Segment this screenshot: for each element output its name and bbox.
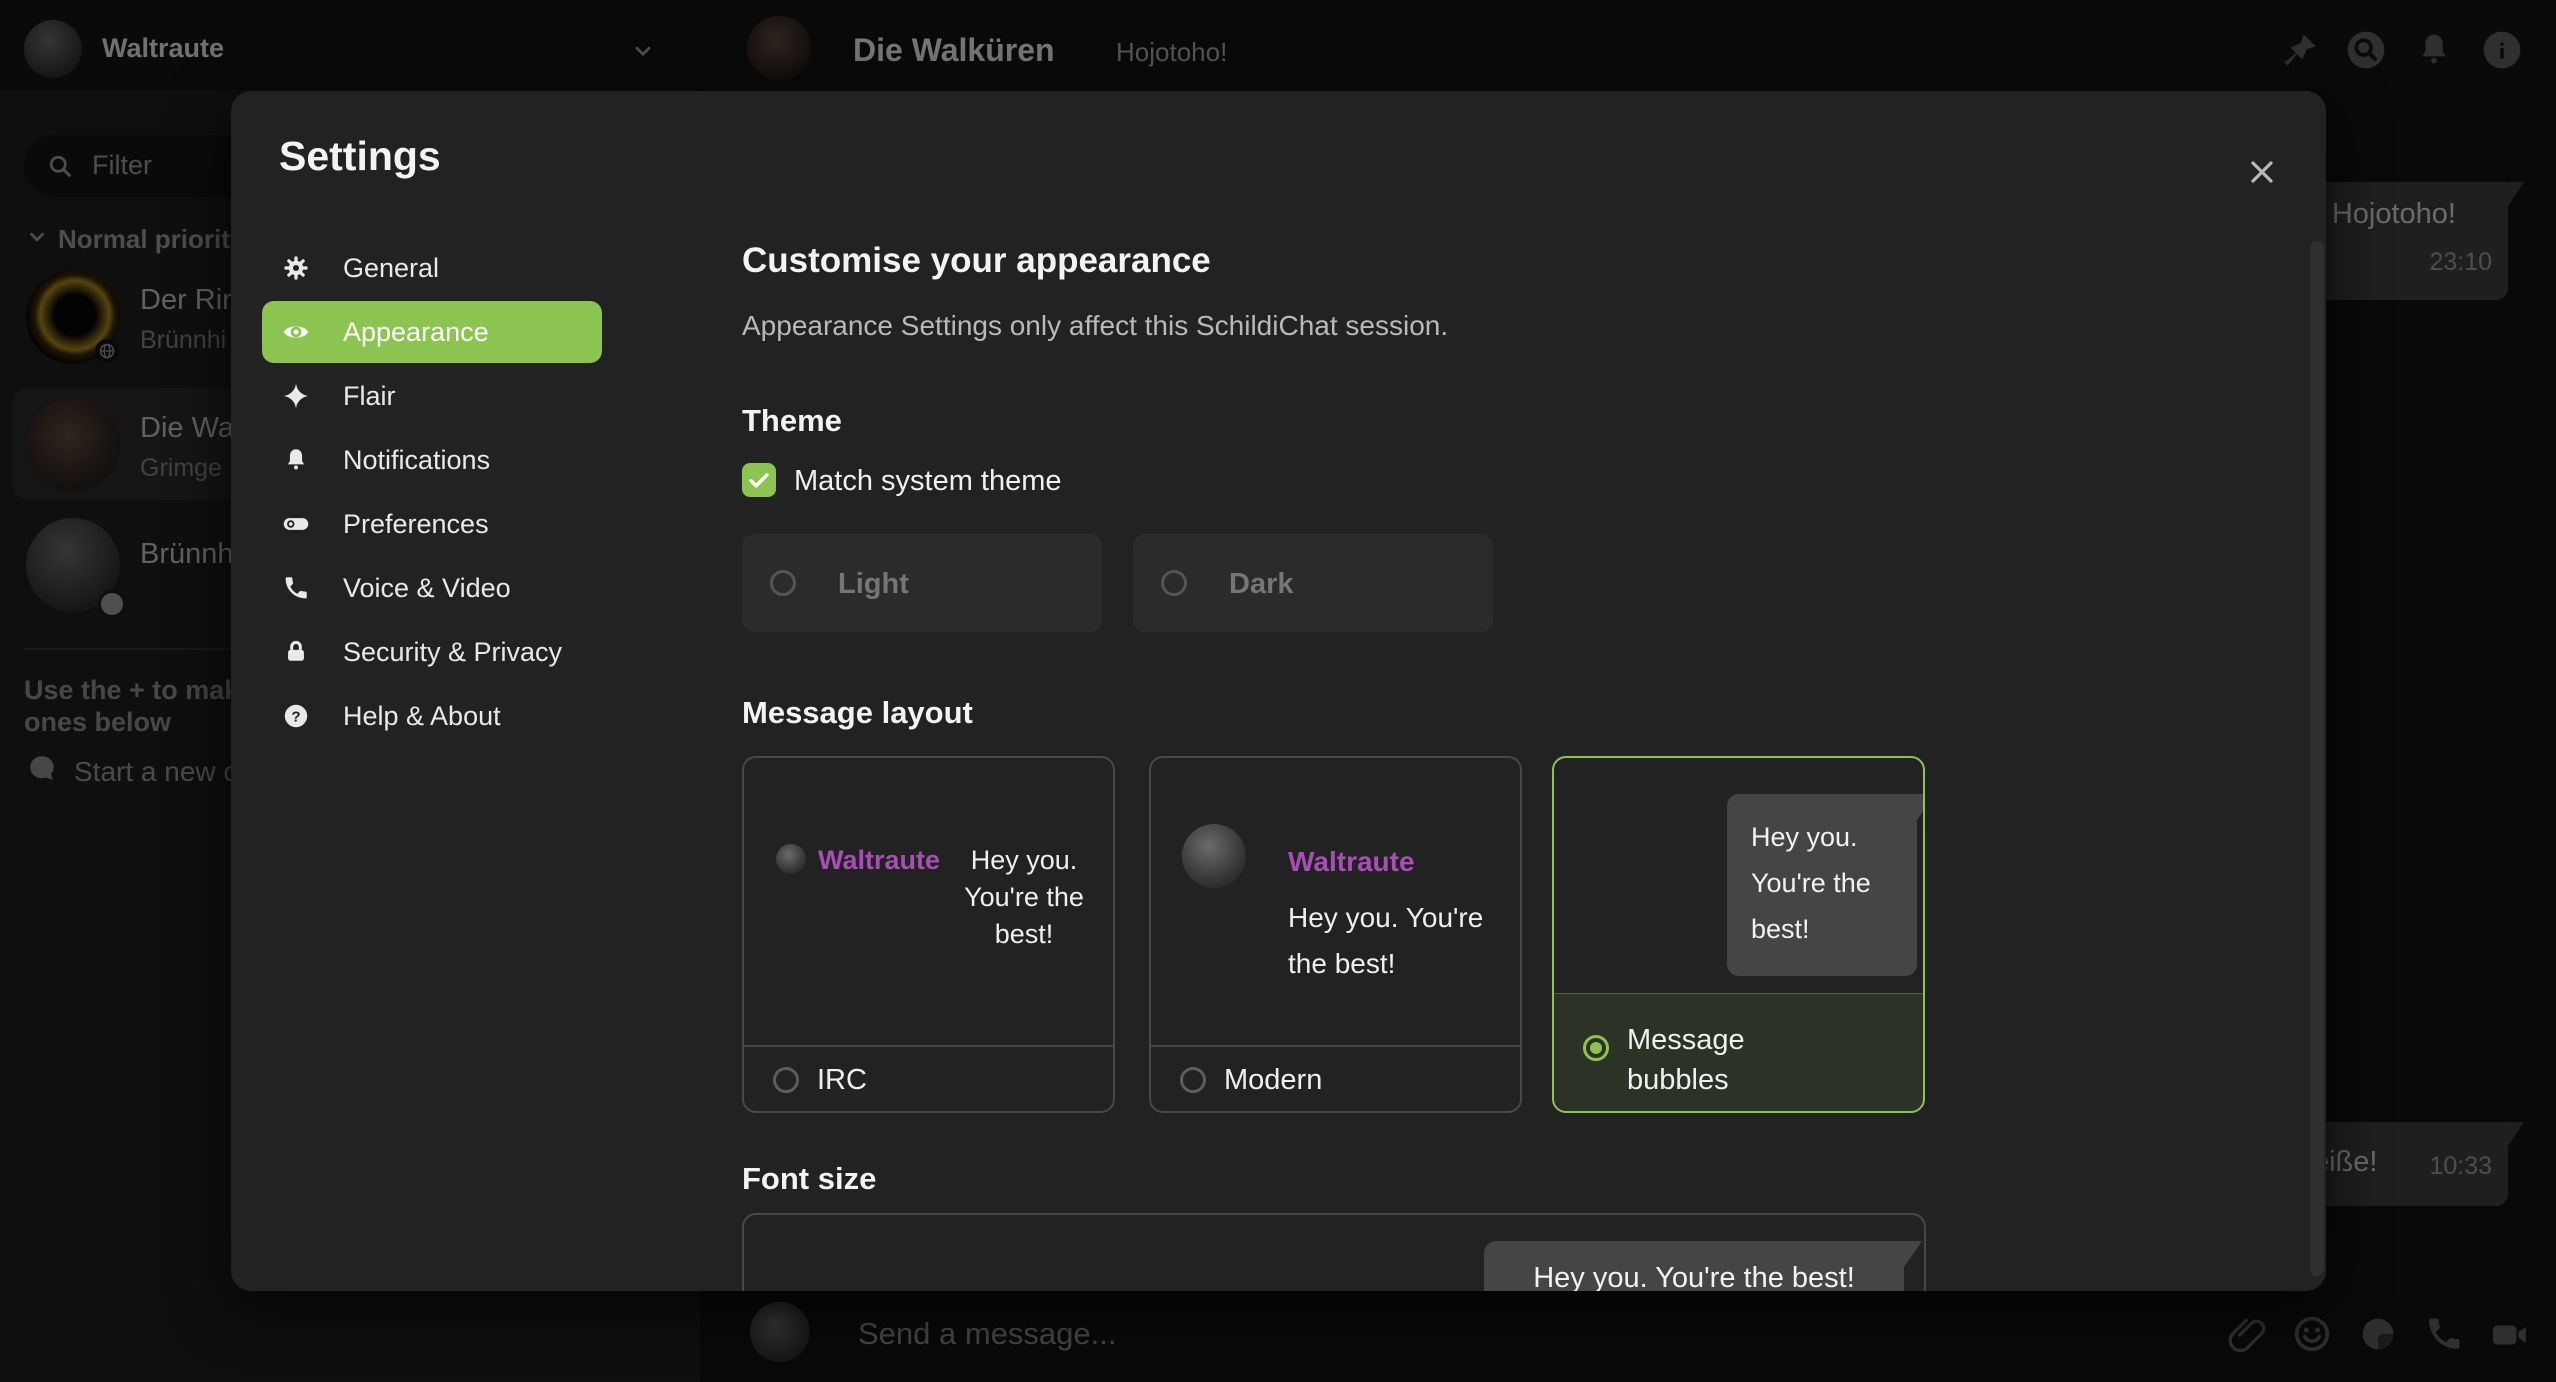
settings-nav-label: Flair <box>343 365 396 427</box>
settings-nav-label: Notifications <box>343 429 490 491</box>
layout-option-label: IRC <box>817 1064 867 1097</box>
settings-nav-general[interactable]: General <box>262 237 602 299</box>
settings-nav-label: Preferences <box>343 493 489 555</box>
theme-option-light[interactable] <box>742 534 1102 632</box>
settings-nav-notifications[interactable]: Notifications <box>262 429 602 491</box>
toggle-icon <box>282 510 310 538</box>
preview-message: Hey you. You're the best! <box>1484 1262 1904 1291</box>
theme-option-label: Light <box>838 568 909 601</box>
layout-option-message-bubbles[interactable]: Hey you. You're the best! Message bubble… <box>1552 756 1925 1113</box>
layout-option-irc[interactable]: Waltraute Hey you. You're the best! IRC <box>742 756 1115 1113</box>
layout-radio-modern[interactable] <box>1180 1067 1206 1093</box>
question-circle-icon: ? <box>282 702 310 730</box>
settings-nav-preferences[interactable]: Preferences <box>262 493 602 555</box>
settings-nav-label: Help & About <box>343 685 501 747</box>
dialog-title: Settings <box>279 133 441 180</box>
preview-sender: Waltraute <box>818 845 940 876</box>
bell-icon <box>282 446 310 474</box>
appearance-subheading: Appearance Settings only affect this Sch… <box>742 310 1448 342</box>
bubble-tail <box>1917 794 1925 820</box>
sparkle-icon <box>282 382 310 410</box>
theme-heading: Theme <box>742 403 842 439</box>
settings-nav-appearance[interactable]: Appearance <box>262 301 602 363</box>
theme-option-label: Dark <box>1229 568 1294 601</box>
dialog-scrollbar[interactable] <box>2310 241 2324 1276</box>
layout-option-label: Modern <box>1224 1064 1322 1097</box>
font-size-preview-card: Hey you. You're the best! <box>742 1213 1926 1291</box>
settings-nav-flair[interactable]: Flair <box>262 365 602 427</box>
bubble-tail <box>1904 1241 1922 1267</box>
theme-radio-light[interactable] <box>770 570 796 596</box>
settings-nav-label: Voice & Video <box>343 557 511 619</box>
card-divider <box>744 1045 1113 1047</box>
close-icon[interactable] <box>2244 154 2280 190</box>
match-system-theme-label[interactable]: Match system theme <box>794 465 1062 498</box>
preview-sender: Waltraute <box>1288 846 1415 878</box>
settings-nav-security-privacy[interactable]: Security & Privacy <box>262 621 602 683</box>
preview-avatar <box>1182 824 1246 888</box>
appearance-heading: Customise your appearance <box>742 241 1211 281</box>
settings-nav-label: Security & Privacy <box>343 621 562 683</box>
lock-icon <box>282 638 310 666</box>
settings-nav-label: General <box>343 237 439 299</box>
layout-option-label: Message bubbles <box>1627 1020 1797 1100</box>
match-system-theme-checkbox[interactable] <box>742 463 776 497</box>
preview-avatar <box>776 844 806 874</box>
font-size-heading: Font size <box>742 1161 876 1197</box>
svg-text:?: ? <box>291 708 300 725</box>
phone-icon <box>282 574 310 602</box>
card-divider <box>1151 1045 1520 1047</box>
preview-message: Hey you. You're the best! <box>954 842 1094 953</box>
layout-radio-message-bubbles[interactable] <box>1583 1035 1609 1061</box>
eye-icon <box>282 318 310 346</box>
layout-option-modern[interactable]: Waltraute Hey you. You're the best! Mode… <box>1149 756 1522 1113</box>
settings-nav-voice-video[interactable]: Voice & Video <box>262 557 602 619</box>
theme-option-dark[interactable] <box>1133 534 1493 632</box>
layout-radio-irc[interactable] <box>773 1067 799 1093</box>
preview-message: Hey you. You're the best! <box>1288 895 1508 987</box>
settings-nav-help-about[interactable]: ? Help & About <box>262 685 602 747</box>
theme-radio-dark[interactable] <box>1161 570 1187 596</box>
app-root: Waltraute Die Walküren Hojotoho! i Filte… <box>0 0 2556 1382</box>
gear-icon <box>282 254 310 282</box>
message-layout-heading: Message layout <box>742 695 973 731</box>
check-icon <box>745 466 773 494</box>
preview-message: Hey you. You're the best! <box>1751 814 1901 952</box>
settings-nav-label: Appearance <box>343 301 489 363</box>
settings-dialog: Settings General Appearance Flair <box>231 91 2326 1291</box>
